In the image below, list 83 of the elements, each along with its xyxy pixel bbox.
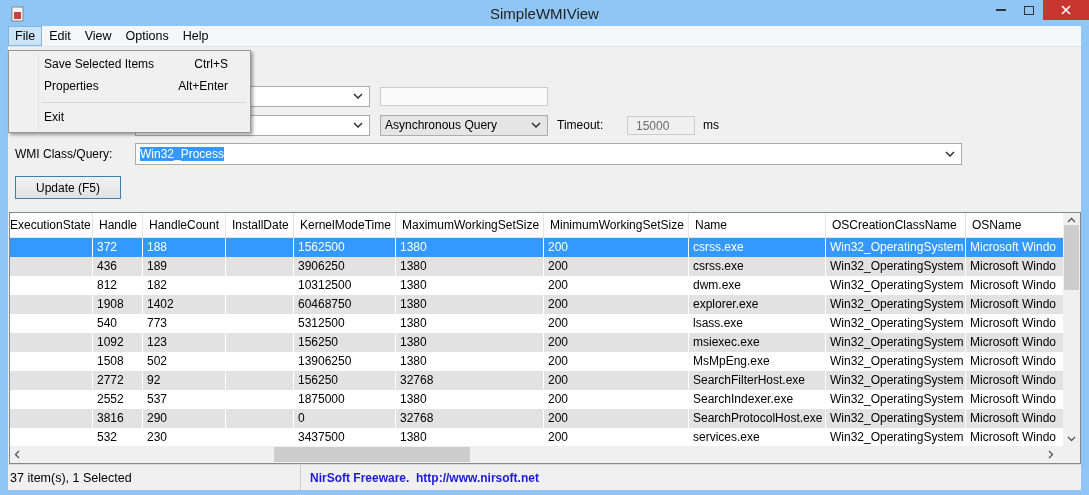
table-cell: Win32_OperatingSystem (826, 409, 966, 428)
horizontal-scrollbar[interactable] (10, 446, 1080, 463)
table-cell: 200 (544, 257, 689, 276)
column-header[interactable]: KernelModeTime (294, 213, 396, 237)
column-header[interactable]: OSCreationClassName (826, 213, 966, 237)
update-button[interactable]: Update (F5) (15, 176, 121, 199)
table-cell: Win32_OperatingSystem (826, 295, 966, 314)
maximize-icon (1024, 5, 1034, 15)
table-cell: 1380 (396, 295, 544, 314)
table-cell: 3816 (93, 409, 143, 428)
table-cell: 123 (143, 333, 226, 352)
scroll-left-icon (14, 450, 20, 459)
table-cell: Win32_OperatingSystem (826, 333, 966, 352)
table-cell: 436 (93, 257, 143, 276)
table-cell: 200 (544, 333, 689, 352)
timeout-field[interactable]: 15000 (627, 115, 695, 135)
table-cell: 92 (143, 371, 226, 390)
table-cell: 32768 (396, 371, 544, 390)
table-cell: 1402 (143, 295, 226, 314)
column-header[interactable]: Handle (93, 213, 143, 237)
column-header[interactable]: MinimumWorkingSetSize (544, 213, 689, 237)
table-cell: 200 (544, 409, 689, 428)
table-row[interactable]: 436 189 3906250 1380 200 csrss.exe Win32_OperatingSystem Microsoft Windo (10, 257, 1063, 276)
timeout-label: Timeout: (557, 118, 605, 132)
table-cell: csrss.exe (689, 257, 826, 276)
table-row[interactable]: 1908 1402 60468750 1380 200 explorer.exe Win32_OperatingSystem Microsoft Windo (10, 295, 1063, 314)
window-title: SimpleWMIView (490, 4, 599, 22)
table-cell: 290 (143, 409, 226, 428)
table-cell: 1092 (93, 333, 143, 352)
menu-entry[interactable]: Properties Alt+Enter (11, 76, 248, 98)
status-count: 37 item(s), 1 Selected (8, 465, 301, 490)
table-cell: 189 (143, 257, 226, 276)
scrollbar-thumb[interactable] (1064, 225, 1079, 290)
table-cell: 156250 (294, 371, 396, 390)
vertical-scrollbar[interactable] (1063, 213, 1080, 446)
table-cell: 60468750 (294, 295, 396, 314)
app-icon (10, 6, 26, 22)
table-cell: 32768 (396, 409, 544, 428)
unit-label: ms (703, 118, 719, 132)
table-cell: 200 (544, 371, 689, 390)
table-cell: explorer.exe (689, 295, 826, 314)
menu-item[interactable]: View (77, 26, 119, 46)
table-row[interactable]: 1092 123 156250 1380 200 msiexec.exe Win32_OperatingSystem Microsoft Windo (10, 333, 1063, 352)
table-cell: SearchFilterHost.exe (689, 371, 826, 390)
table-cell: 156250 (294, 333, 396, 352)
table-cell: SearchProtocolHost.exe (689, 409, 826, 428)
table-cell: 1908 (93, 295, 143, 314)
chevron-down-icon (353, 122, 363, 128)
column-header[interactable]: Name (689, 213, 826, 237)
table-cell: msiexec.exe (689, 333, 826, 352)
scroll-up-icon (1067, 217, 1076, 223)
table-row[interactable]: 2772 92 156250 32768 200 SearchFilterHost.exe Win32_OperatingSystem Microsoft Windo (10, 371, 1063, 390)
column-header[interactable]: MaximumWorkingSetSize (396, 213, 544, 237)
scroll-right-icon (1048, 450, 1054, 459)
query-mode-combo-box[interactable]: Asynchronous Query (380, 114, 548, 136)
table-row[interactable]: 3816 290 0 32768 200 SearchProtocolHost.exe Win32_OperatingSystem Microsoft Windo (10, 409, 1063, 428)
table-cell: 1380 (396, 333, 544, 352)
column-header[interactable]: HandleCount (143, 213, 226, 237)
table-cell: Win32_OperatingSystem (826, 371, 966, 390)
minimize-icon (996, 9, 1006, 11)
table-cell: 200 (544, 295, 689, 314)
table-cell: 0 (294, 409, 396, 428)
table-cell: Win32_OperatingSystem (826, 257, 966, 276)
table-cell: 2772 (93, 371, 143, 390)
menu-item[interactable]: File (8, 26, 43, 46)
chevron-down-icon (945, 151, 955, 157)
table-cell: 1380 (396, 257, 544, 276)
menu-item[interactable]: Help (175, 26, 216, 46)
table-cell: 3906250 (294, 257, 396, 276)
menu-entry[interactable]: Save Selected Items Ctrl+S (11, 54, 248, 76)
menu-item[interactable]: Edit (42, 26, 78, 46)
text-field[interactable] (380, 86, 548, 106)
menu-item[interactable]: Options (118, 26, 176, 46)
menu-entry[interactable]: Exit (11, 107, 248, 129)
class-query-label: WMI Class/Query: (15, 147, 114, 161)
scrollbar-thumb[interactable] (274, 447, 470, 462)
credit-link[interactable]: NirSoft Freeware. http://www.nirsoft.net (301, 470, 539, 485)
close-icon (1061, 5, 1071, 15)
scroll-down-icon (1067, 436, 1076, 442)
column-header[interactable]: ExecutionState (10, 213, 93, 237)
chevron-down-icon (531, 122, 541, 128)
column-header[interactable]: InstallDate (226, 213, 294, 237)
chevron-down-icon (353, 93, 363, 99)
